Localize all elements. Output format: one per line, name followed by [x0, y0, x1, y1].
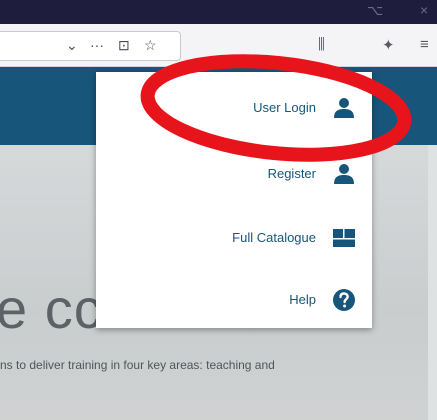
- menu-item-user-login[interactable]: User Login: [96, 90, 372, 126]
- dropdown-menu: User Login Register Full Catalogue Help: [96, 72, 372, 328]
- page-actions-icon[interactable]: ···: [90, 37, 104, 53]
- extension-icon[interactable]: ✦: [382, 36, 395, 54]
- menu-item-label: Help: [289, 292, 316, 307]
- user-icon: [334, 164, 354, 184]
- url-bar[interactable]: ⌄ ··· ⊡ ☆: [0, 31, 181, 61]
- chevron-down-icon[interactable]: ⌄: [66, 37, 78, 54]
- help-icon: [333, 289, 355, 311]
- close-window-icon[interactable]: ×: [420, 2, 428, 18]
- browser-titlebar: ⌥ ×: [0, 0, 437, 24]
- bookmark-star-icon[interactable]: ☆: [144, 37, 157, 54]
- menu-item-help[interactable]: Help: [96, 282, 372, 318]
- menu-item-register[interactable]: Register: [96, 156, 372, 192]
- pocket-icon[interactable]: ⊡: [118, 37, 130, 54]
- intro-text: ns to deliver training in four key areas…: [0, 358, 275, 372]
- user-icon: [334, 98, 354, 118]
- menu-item-full-catalogue[interactable]: Full Catalogue: [96, 220, 372, 256]
- scrollbar[interactable]: [428, 145, 437, 420]
- hamburger-menu-icon[interactable]: ≡: [420, 36, 429, 53]
- menu-item-label: Full Catalogue: [232, 230, 316, 245]
- window-control-icon[interactable]: ⌥: [367, 2, 383, 19]
- browser-toolbar: ⌄ ··· ⊡ ☆ ⫼ ✦ ≡: [0, 24, 437, 67]
- catalogue-icon: [333, 229, 355, 247]
- menu-item-label: Register: [267, 166, 316, 181]
- library-icon[interactable]: ⫼: [318, 36, 325, 53]
- menu-item-label: User Login: [253, 100, 316, 115]
- hero-heading: e cc: [0, 277, 103, 340]
